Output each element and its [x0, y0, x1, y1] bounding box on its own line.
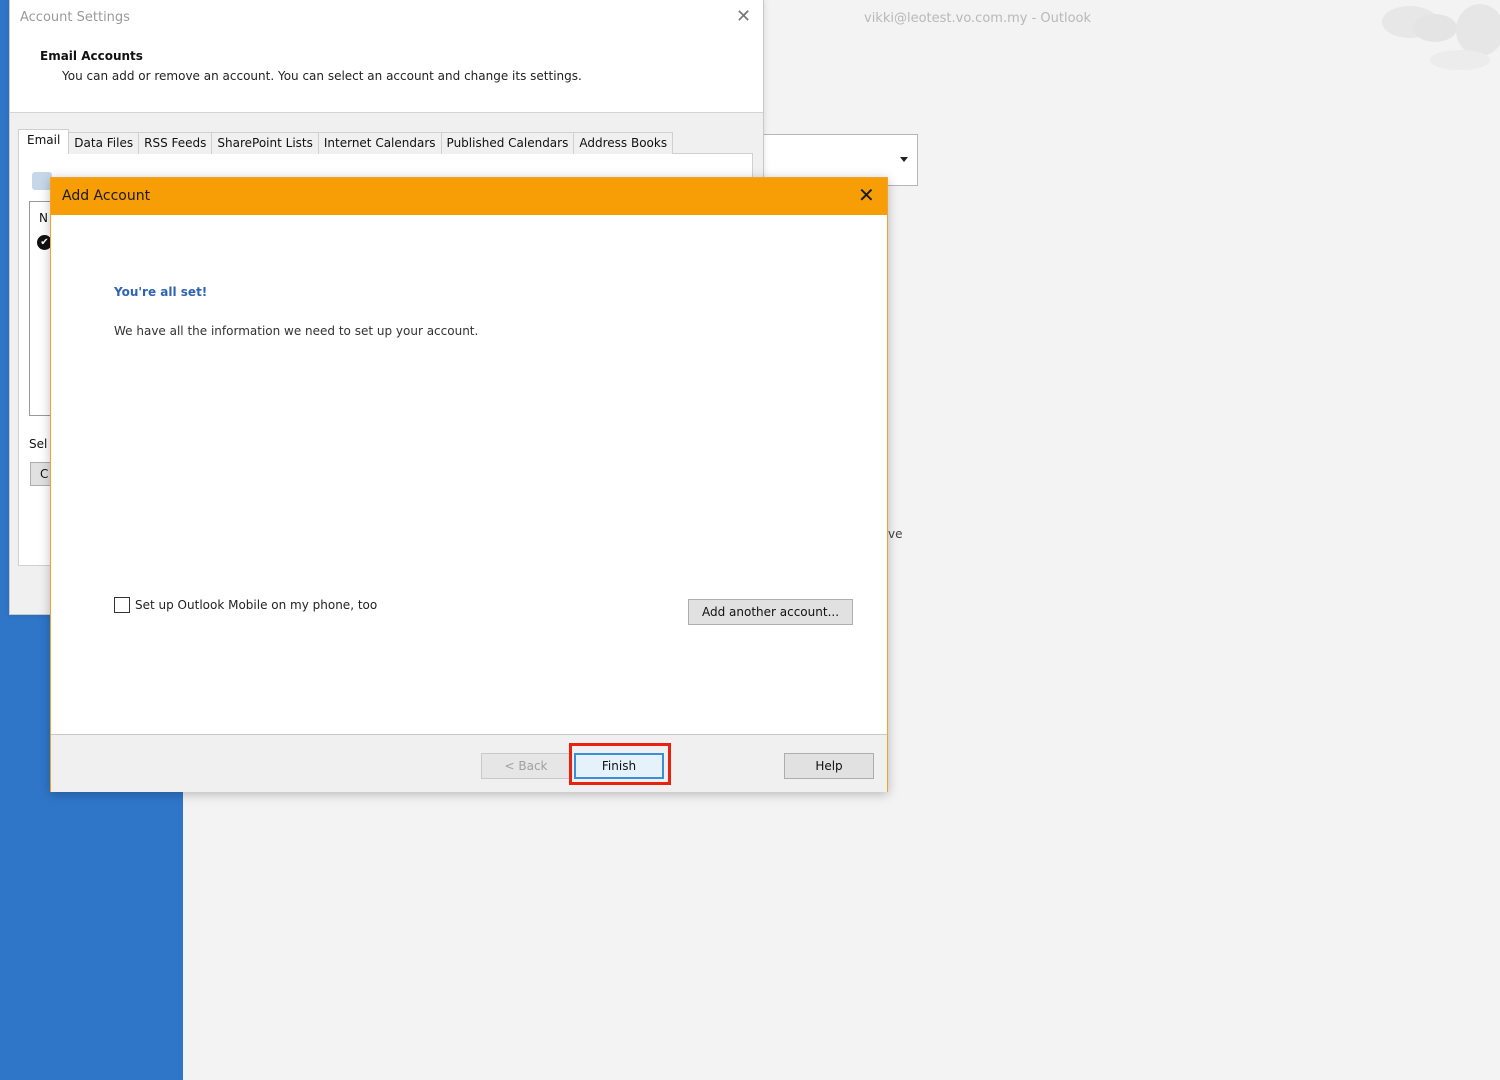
outlook-mobile-checkbox[interactable] — [114, 597, 130, 613]
tab-email[interactable]: Email — [18, 129, 70, 154]
account-settings-tabs: Email Data Files RSS Feeds SharePoint Li… — [18, 129, 674, 154]
account-settings-header: Account Settings ✕ Email Accounts You ca… — [10, 0, 763, 113]
tab-sharepoint-lists[interactable]: SharePoint Lists — [211, 132, 319, 154]
finish-button[interactable]: Finish — [574, 753, 664, 779]
outlook-window-title: vikki@leotest.vo.com.my - Outlook — [864, 11, 1092, 26]
add-account-titlebar: Add Account ✕ — [51, 178, 887, 215]
clouds-decoration-icon — [1382, 4, 1500, 70]
add-account-dialog: Add Account ✕ You're all set! We have al… — [50, 177, 888, 792]
add-account-title: Add Account — [62, 188, 151, 204]
close-icon[interactable]: ✕ — [736, 6, 751, 27]
email-accounts-heading: Email Accounts — [40, 49, 143, 63]
add-another-account-button[interactable]: Add another account... — [688, 599, 853, 625]
account-settings-title: Account Settings — [20, 10, 130, 25]
select-text-fragment: Sel — [29, 437, 48, 451]
back-button[interactable]: < Back — [481, 753, 571, 779]
new-account-icon[interactable] — [32, 172, 52, 190]
add-account-footer: < Back Finish Help — [51, 734, 887, 792]
close-icon[interactable]: ✕ — [858, 184, 875, 206]
outlook-mobile-option[interactable]: Set up Outlook Mobile on my phone, too — [114, 597, 377, 613]
setup-info-text: We have all the information we need to s… — [114, 324, 479, 338]
account-list-header-fragment: N — [39, 211, 48, 225]
tab-internet-calendars[interactable]: Internet Calendars — [317, 132, 442, 154]
all-set-heading: You're all set! — [114, 285, 208, 299]
tab-rss-feeds[interactable]: RSS Feeds — [138, 132, 213, 154]
tab-address-books[interactable]: Address Books — [573, 132, 674, 154]
tab-data-files[interactable]: Data Files — [68, 132, 140, 154]
email-accounts-description: You can add or remove an account. You ca… — [62, 69, 582, 83]
background-text-fragment: ve — [888, 527, 903, 541]
help-button[interactable]: Help — [784, 753, 874, 779]
tab-published-calendars[interactable]: Published Calendars — [440, 132, 575, 154]
outlook-mobile-checkbox-label: Set up Outlook Mobile on my phone, too — [135, 598, 378, 612]
chevron-down-icon — [900, 157, 908, 162]
